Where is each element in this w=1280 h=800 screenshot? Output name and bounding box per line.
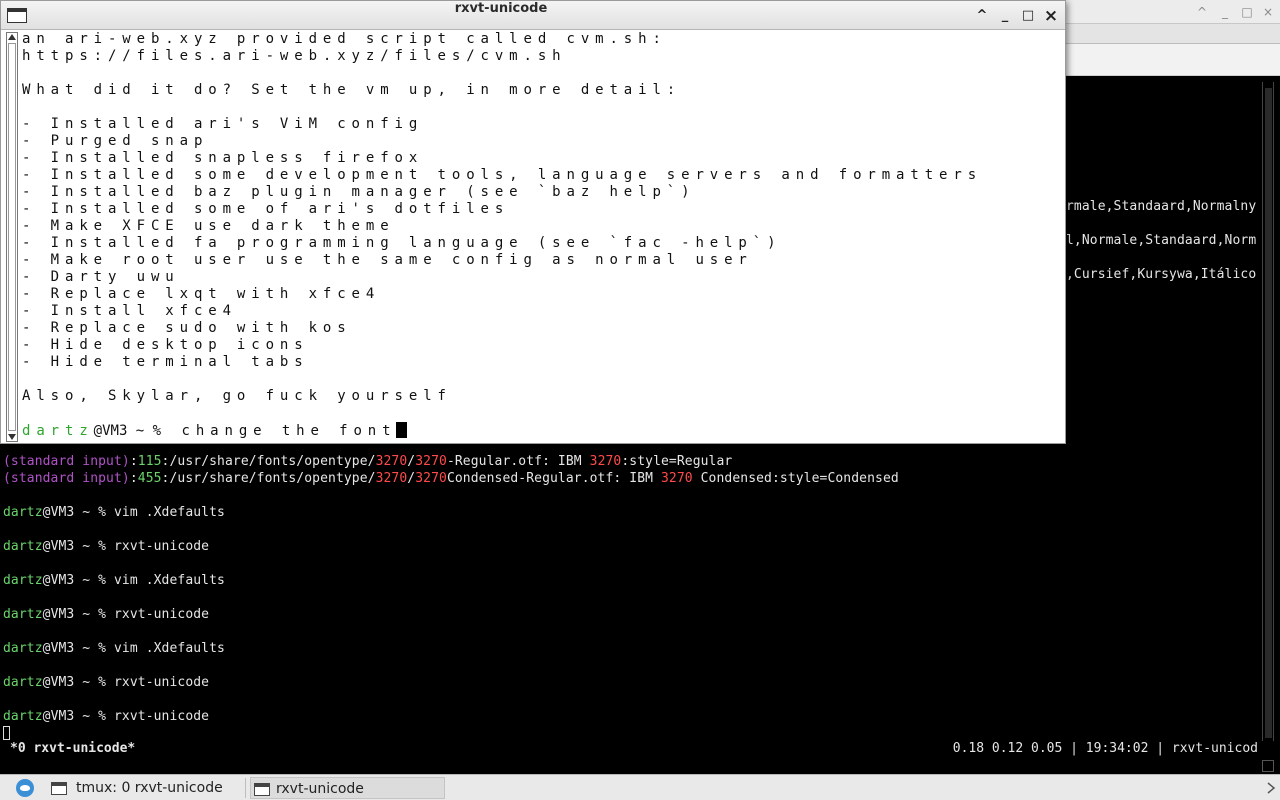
scrollbar-thumb[interactable] (1265, 88, 1272, 738)
partial-output-line: ,Cursief,Kursywa,Itálico (1066, 267, 1257, 282)
close-icon[interactable]: × (1258, 3, 1278, 21)
shell-history-line: dartz@VM3 ~ % vim .Xdefaults (3, 505, 225, 520)
background-window-toolbar (1066, 44, 1280, 76)
terminal-line: an ari-web.xyz provided script called cv… (22, 31, 667, 47)
prompt-host: @VM3 ~ % (93, 423, 170, 439)
terminal-line: - Installed some of ari's dotfiles (22, 201, 510, 217)
scroll-down-icon[interactable] (8, 434, 16, 440)
shade-icon[interactable]: ^ (1192, 3, 1212, 21)
text-cursor (396, 422, 408, 438)
terminal-line: - Replace lxqt with xfce4 (22, 286, 381, 302)
terminal-line: - Hide desktop icons (22, 337, 309, 353)
taskbar-item-rxvt[interactable]: rxvt-unicode (250, 777, 445, 799)
maximize-icon[interactable]: □ (1019, 7, 1037, 25)
taskbar-item-label: tmux: 0 rxvt-unicode (76, 780, 223, 796)
terminal-line: - Replace sudo with kos (22, 320, 352, 336)
terminal-line: - Installed fa programming language (see… (22, 235, 782, 251)
tmux-status-right: 0.18 0.12 0.05 | 19:34:02 | rxvt-unicod (952, 741, 1258, 756)
shell-history-line: dartz@VM3 ~ % vim .Xdefaults (3, 573, 225, 588)
background-window-menubar (1066, 24, 1280, 44)
tray-expand-icon[interactable] (1266, 779, 1276, 797)
terminal-line: - Install xfce4 (22, 303, 237, 319)
taskbar: tmux: 0 rxvt-unicode rxvt-unicode (0, 774, 1280, 800)
fc-list-line: (standard input):115:/usr/share/fonts/op… (3, 454, 733, 469)
terminal-line: - Installed baz plugin manager (see `baz… (22, 184, 696, 200)
terminal-line: - Make root user use the same config as … (22, 252, 753, 268)
background-terminal-cursor (3, 726, 10, 740)
terminal-line: - Make XFCE use dark theme (22, 218, 395, 234)
window-titlebar[interactable]: rxvt-unicode ^ _ □ × (1, 1, 1065, 30)
terminal-text-area[interactable]: an ari-web.xyz provided script called cv… (21, 31, 1061, 443)
shell-history-line: dartz@VM3 ~ % vim .Xdefaults (3, 641, 225, 656)
terminal-line: - Installed ari's ViM config (22, 116, 424, 132)
terminal-line: What did it do? Set the vm up, in more d… (22, 82, 682, 98)
taskbar-divider (245, 778, 246, 798)
scrollbar-thumb[interactable] (8, 43, 16, 431)
tmux-window-list[interactable]: *0 rxvt-unicode* (10, 741, 135, 756)
scroll-up-icon[interactable] (8, 34, 16, 40)
tmux-status-bar: *0 rxvt-unicode* 0.18 0.12 0.05 | 19:34:… (0, 741, 1280, 759)
rxvt-unicode-window[interactable]: rxvt-unicode ^ _ □ × an ari-web.xyz prov… (0, 0, 1066, 444)
shell-history-line: dartz@VM3 ~ % rxvt-unicode (3, 675, 210, 690)
shade-icon[interactable]: ^ (973, 7, 991, 25)
terminal-line: - Installed some development tools, lang… (22, 167, 983, 183)
close-icon[interactable]: × (1042, 7, 1060, 25)
application-menu-icon[interactable] (16, 779, 34, 797)
terminal-line: - Installed snapless firefox (22, 150, 424, 166)
terminal-line: - Hide terminal tabs (22, 354, 309, 370)
scrollbar-down-button[interactable] (1262, 760, 1274, 772)
partial-output-line: rmale,Standaard,Normalny (1066, 199, 1257, 214)
terminal-line: - Purged snap (22, 133, 209, 149)
shell-history-line: dartz@VM3 ~ % rxvt-unicode (3, 709, 210, 724)
shell-history-line: dartz@VM3 ~ % rxvt-unicode (3, 607, 210, 622)
command-prompt[interactable]: dartz@VM3 ~ % change the font (22, 422, 408, 439)
minimize-icon[interactable]: _ (1215, 3, 1235, 21)
terminal-icon (51, 782, 67, 795)
taskbar-item-label: rxvt-unicode (276, 781, 364, 797)
terminal-icon (254, 783, 270, 796)
window-title: rxvt-unicode (454, 1, 548, 16)
terminal-scrollbar[interactable] (6, 32, 18, 442)
terminal-line: https://files.ari-web.xyz/files/cvm.sh (22, 48, 567, 64)
fc-list-line: (standard input):455:/usr/share/fonts/op… (3, 471, 899, 486)
taskbar-item-tmux[interactable]: tmux: 0 rxvt-unicode (48, 777, 243, 799)
partial-output-line: l,Normale,Standaard,Norm (1066, 233, 1257, 248)
shell-history-line: dartz@VM3 ~ % rxvt-unicode (3, 539, 210, 554)
background-scrollbar[interactable] (1262, 82, 1274, 742)
maximize-icon[interactable]: □ (1237, 3, 1257, 21)
prompt-user: dartz (22, 423, 94, 439)
minimize-icon[interactable]: _ (996, 7, 1014, 25)
prompt-input[interactable]: change the font (182, 423, 397, 439)
terminal-line: - Darty uwu (22, 269, 180, 285)
terminal-line: Also, Skylar, go fuck yourself (22, 388, 452, 404)
